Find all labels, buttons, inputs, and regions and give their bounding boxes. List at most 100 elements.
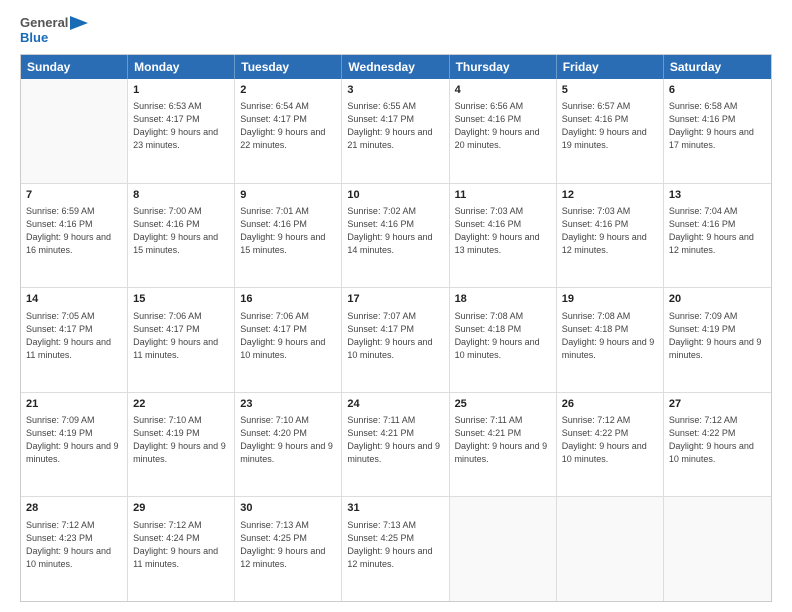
day-number: 4 xyxy=(455,83,551,98)
calendar-cell xyxy=(557,497,664,601)
cell-info: Sunrise: 7:11 AMSunset: 4:21 PMDaylight:… xyxy=(347,414,443,466)
calendar-cell: 8 Sunrise: 7:00 AMSunset: 4:16 PMDayligh… xyxy=(128,184,235,288)
cell-info: Sunrise: 7:12 AMSunset: 4:22 PMDaylight:… xyxy=(669,414,766,466)
cell-info: Sunrise: 6:58 AMSunset: 4:16 PMDaylight:… xyxy=(669,100,766,152)
cell-info: Sunrise: 6:54 AMSunset: 4:17 PMDaylight:… xyxy=(240,100,336,152)
calendar-cell: 22 Sunrise: 7:10 AMSunset: 4:19 PMDaylig… xyxy=(128,393,235,497)
calendar-cell: 26 Sunrise: 7:12 AMSunset: 4:22 PMDaylig… xyxy=(557,393,664,497)
cell-info: Sunrise: 7:13 AMSunset: 4:25 PMDaylight:… xyxy=(240,519,336,571)
logo: General Blue xyxy=(20,16,88,46)
cell-info: Sunrise: 7:02 AMSunset: 4:16 PMDaylight:… xyxy=(347,205,443,257)
calendar-cell: 23 Sunrise: 7:10 AMSunset: 4:20 PMDaylig… xyxy=(235,393,342,497)
header-day-tuesday: Tuesday xyxy=(235,55,342,79)
cell-info: Sunrise: 7:03 AMSunset: 4:16 PMDaylight:… xyxy=(455,205,551,257)
calendar-cell: 1 Sunrise: 6:53 AMSunset: 4:17 PMDayligh… xyxy=(128,79,235,183)
day-number: 24 xyxy=(347,397,443,412)
day-number: 10 xyxy=(347,188,443,203)
day-number: 25 xyxy=(455,397,551,412)
day-number: 11 xyxy=(455,188,551,203)
cell-info: Sunrise: 7:10 AMSunset: 4:20 PMDaylight:… xyxy=(240,414,336,466)
day-number: 16 xyxy=(240,292,336,307)
calendar-cell: 21 Sunrise: 7:09 AMSunset: 4:19 PMDaylig… xyxy=(21,393,128,497)
logo-text: General Blue xyxy=(20,16,88,46)
day-number: 3 xyxy=(347,83,443,98)
cell-info: Sunrise: 7:13 AMSunset: 4:25 PMDaylight:… xyxy=(347,519,443,571)
cell-info: Sunrise: 7:06 AMSunset: 4:17 PMDaylight:… xyxy=(133,310,229,362)
cell-info: Sunrise: 7:07 AMSunset: 4:17 PMDaylight:… xyxy=(347,310,443,362)
cell-info: Sunrise: 7:09 AMSunset: 4:19 PMDaylight:… xyxy=(669,310,766,362)
calendar-cell: 9 Sunrise: 7:01 AMSunset: 4:16 PMDayligh… xyxy=(235,184,342,288)
header-day-thursday: Thursday xyxy=(450,55,557,79)
calendar-cell xyxy=(450,497,557,601)
cell-info: Sunrise: 7:04 AMSunset: 4:16 PMDaylight:… xyxy=(669,205,766,257)
day-number: 29 xyxy=(133,501,229,516)
logo-arrow-icon xyxy=(70,16,88,30)
cell-info: Sunrise: 7:05 AMSunset: 4:17 PMDaylight:… xyxy=(26,310,122,362)
header-day-friday: Friday xyxy=(557,55,664,79)
day-number: 14 xyxy=(26,292,122,307)
day-number: 8 xyxy=(133,188,229,203)
cell-info: Sunrise: 6:59 AMSunset: 4:16 PMDaylight:… xyxy=(26,205,122,257)
cell-info: Sunrise: 7:08 AMSunset: 4:18 PMDaylight:… xyxy=(562,310,658,362)
cell-info: Sunrise: 7:11 AMSunset: 4:21 PMDaylight:… xyxy=(455,414,551,466)
day-number: 7 xyxy=(26,188,122,203)
calendar-cell: 28 Sunrise: 7:12 AMSunset: 4:23 PMDaylig… xyxy=(21,497,128,601)
day-number: 31 xyxy=(347,501,443,516)
calendar-header: SundayMondayTuesdayWednesdayThursdayFrid… xyxy=(21,55,771,79)
calendar-cell: 27 Sunrise: 7:12 AMSunset: 4:22 PMDaylig… xyxy=(664,393,771,497)
calendar: SundayMondayTuesdayWednesdayThursdayFrid… xyxy=(20,54,772,602)
day-number: 18 xyxy=(455,292,551,307)
calendar-cell: 11 Sunrise: 7:03 AMSunset: 4:16 PMDaylig… xyxy=(450,184,557,288)
header-day-wednesday: Wednesday xyxy=(342,55,449,79)
cell-info: Sunrise: 7:10 AMSunset: 4:19 PMDaylight:… xyxy=(133,414,229,466)
calendar-cell: 12 Sunrise: 7:03 AMSunset: 4:16 PMDaylig… xyxy=(557,184,664,288)
calendar-week-1: 1 Sunrise: 6:53 AMSunset: 4:17 PMDayligh… xyxy=(21,79,771,184)
calendar-week-2: 7 Sunrise: 6:59 AMSunset: 4:16 PMDayligh… xyxy=(21,184,771,289)
calendar-cell: 15 Sunrise: 7:06 AMSunset: 4:17 PMDaylig… xyxy=(128,288,235,392)
calendar-cell: 13 Sunrise: 7:04 AMSunset: 4:16 PMDaylig… xyxy=(664,184,771,288)
calendar-cell: 3 Sunrise: 6:55 AMSunset: 4:17 PMDayligh… xyxy=(342,79,449,183)
day-number: 2 xyxy=(240,83,336,98)
calendar-cell: 17 Sunrise: 7:07 AMSunset: 4:17 PMDaylig… xyxy=(342,288,449,392)
calendar-cell: 29 Sunrise: 7:12 AMSunset: 4:24 PMDaylig… xyxy=(128,497,235,601)
page: General Blue SundayMondayTuesdayWednesda… xyxy=(0,0,792,612)
calendar-cell: 25 Sunrise: 7:11 AMSunset: 4:21 PMDaylig… xyxy=(450,393,557,497)
calendar-cell: 19 Sunrise: 7:08 AMSunset: 4:18 PMDaylig… xyxy=(557,288,664,392)
day-number: 17 xyxy=(347,292,443,307)
calendar-cell: 4 Sunrise: 6:56 AMSunset: 4:16 PMDayligh… xyxy=(450,79,557,183)
calendar-cell: 5 Sunrise: 6:57 AMSunset: 4:16 PMDayligh… xyxy=(557,79,664,183)
cell-info: Sunrise: 7:01 AMSunset: 4:16 PMDaylight:… xyxy=(240,205,336,257)
day-number: 23 xyxy=(240,397,336,412)
day-number: 13 xyxy=(669,188,766,203)
calendar-cell: 14 Sunrise: 7:05 AMSunset: 4:17 PMDaylig… xyxy=(21,288,128,392)
day-number: 27 xyxy=(669,397,766,412)
cell-info: Sunrise: 7:12 AMSunset: 4:24 PMDaylight:… xyxy=(133,519,229,571)
calendar-cell: 24 Sunrise: 7:11 AMSunset: 4:21 PMDaylig… xyxy=(342,393,449,497)
cell-info: Sunrise: 7:12 AMSunset: 4:23 PMDaylight:… xyxy=(26,519,122,571)
day-number: 12 xyxy=(562,188,658,203)
day-number: 28 xyxy=(26,501,122,516)
calendar-cell: 18 Sunrise: 7:08 AMSunset: 4:18 PMDaylig… xyxy=(450,288,557,392)
header-day-sunday: Sunday xyxy=(21,55,128,79)
header-day-saturday: Saturday xyxy=(664,55,771,79)
header-day-monday: Monday xyxy=(128,55,235,79)
day-number: 6 xyxy=(669,83,766,98)
calendar-cell xyxy=(21,79,128,183)
calendar-cell: 10 Sunrise: 7:02 AMSunset: 4:16 PMDaylig… xyxy=(342,184,449,288)
cell-info: Sunrise: 7:06 AMSunset: 4:17 PMDaylight:… xyxy=(240,310,336,362)
header: General Blue xyxy=(20,16,772,46)
calendar-cell: 31 Sunrise: 7:13 AMSunset: 4:25 PMDaylig… xyxy=(342,497,449,601)
calendar-body: 1 Sunrise: 6:53 AMSunset: 4:17 PMDayligh… xyxy=(21,79,771,601)
calendar-cell: 7 Sunrise: 6:59 AMSunset: 4:16 PMDayligh… xyxy=(21,184,128,288)
calendar-cell: 30 Sunrise: 7:13 AMSunset: 4:25 PMDaylig… xyxy=(235,497,342,601)
day-number: 9 xyxy=(240,188,336,203)
calendar-week-3: 14 Sunrise: 7:05 AMSunset: 4:17 PMDaylig… xyxy=(21,288,771,393)
cell-info: Sunrise: 7:00 AMSunset: 4:16 PMDaylight:… xyxy=(133,205,229,257)
calendar-cell: 2 Sunrise: 6:54 AMSunset: 4:17 PMDayligh… xyxy=(235,79,342,183)
day-number: 20 xyxy=(669,292,766,307)
day-number: 15 xyxy=(133,292,229,307)
day-number: 1 xyxy=(133,83,229,98)
day-number: 5 xyxy=(562,83,658,98)
calendar-cell: 16 Sunrise: 7:06 AMSunset: 4:17 PMDaylig… xyxy=(235,288,342,392)
calendar-cell: 20 Sunrise: 7:09 AMSunset: 4:19 PMDaylig… xyxy=(664,288,771,392)
